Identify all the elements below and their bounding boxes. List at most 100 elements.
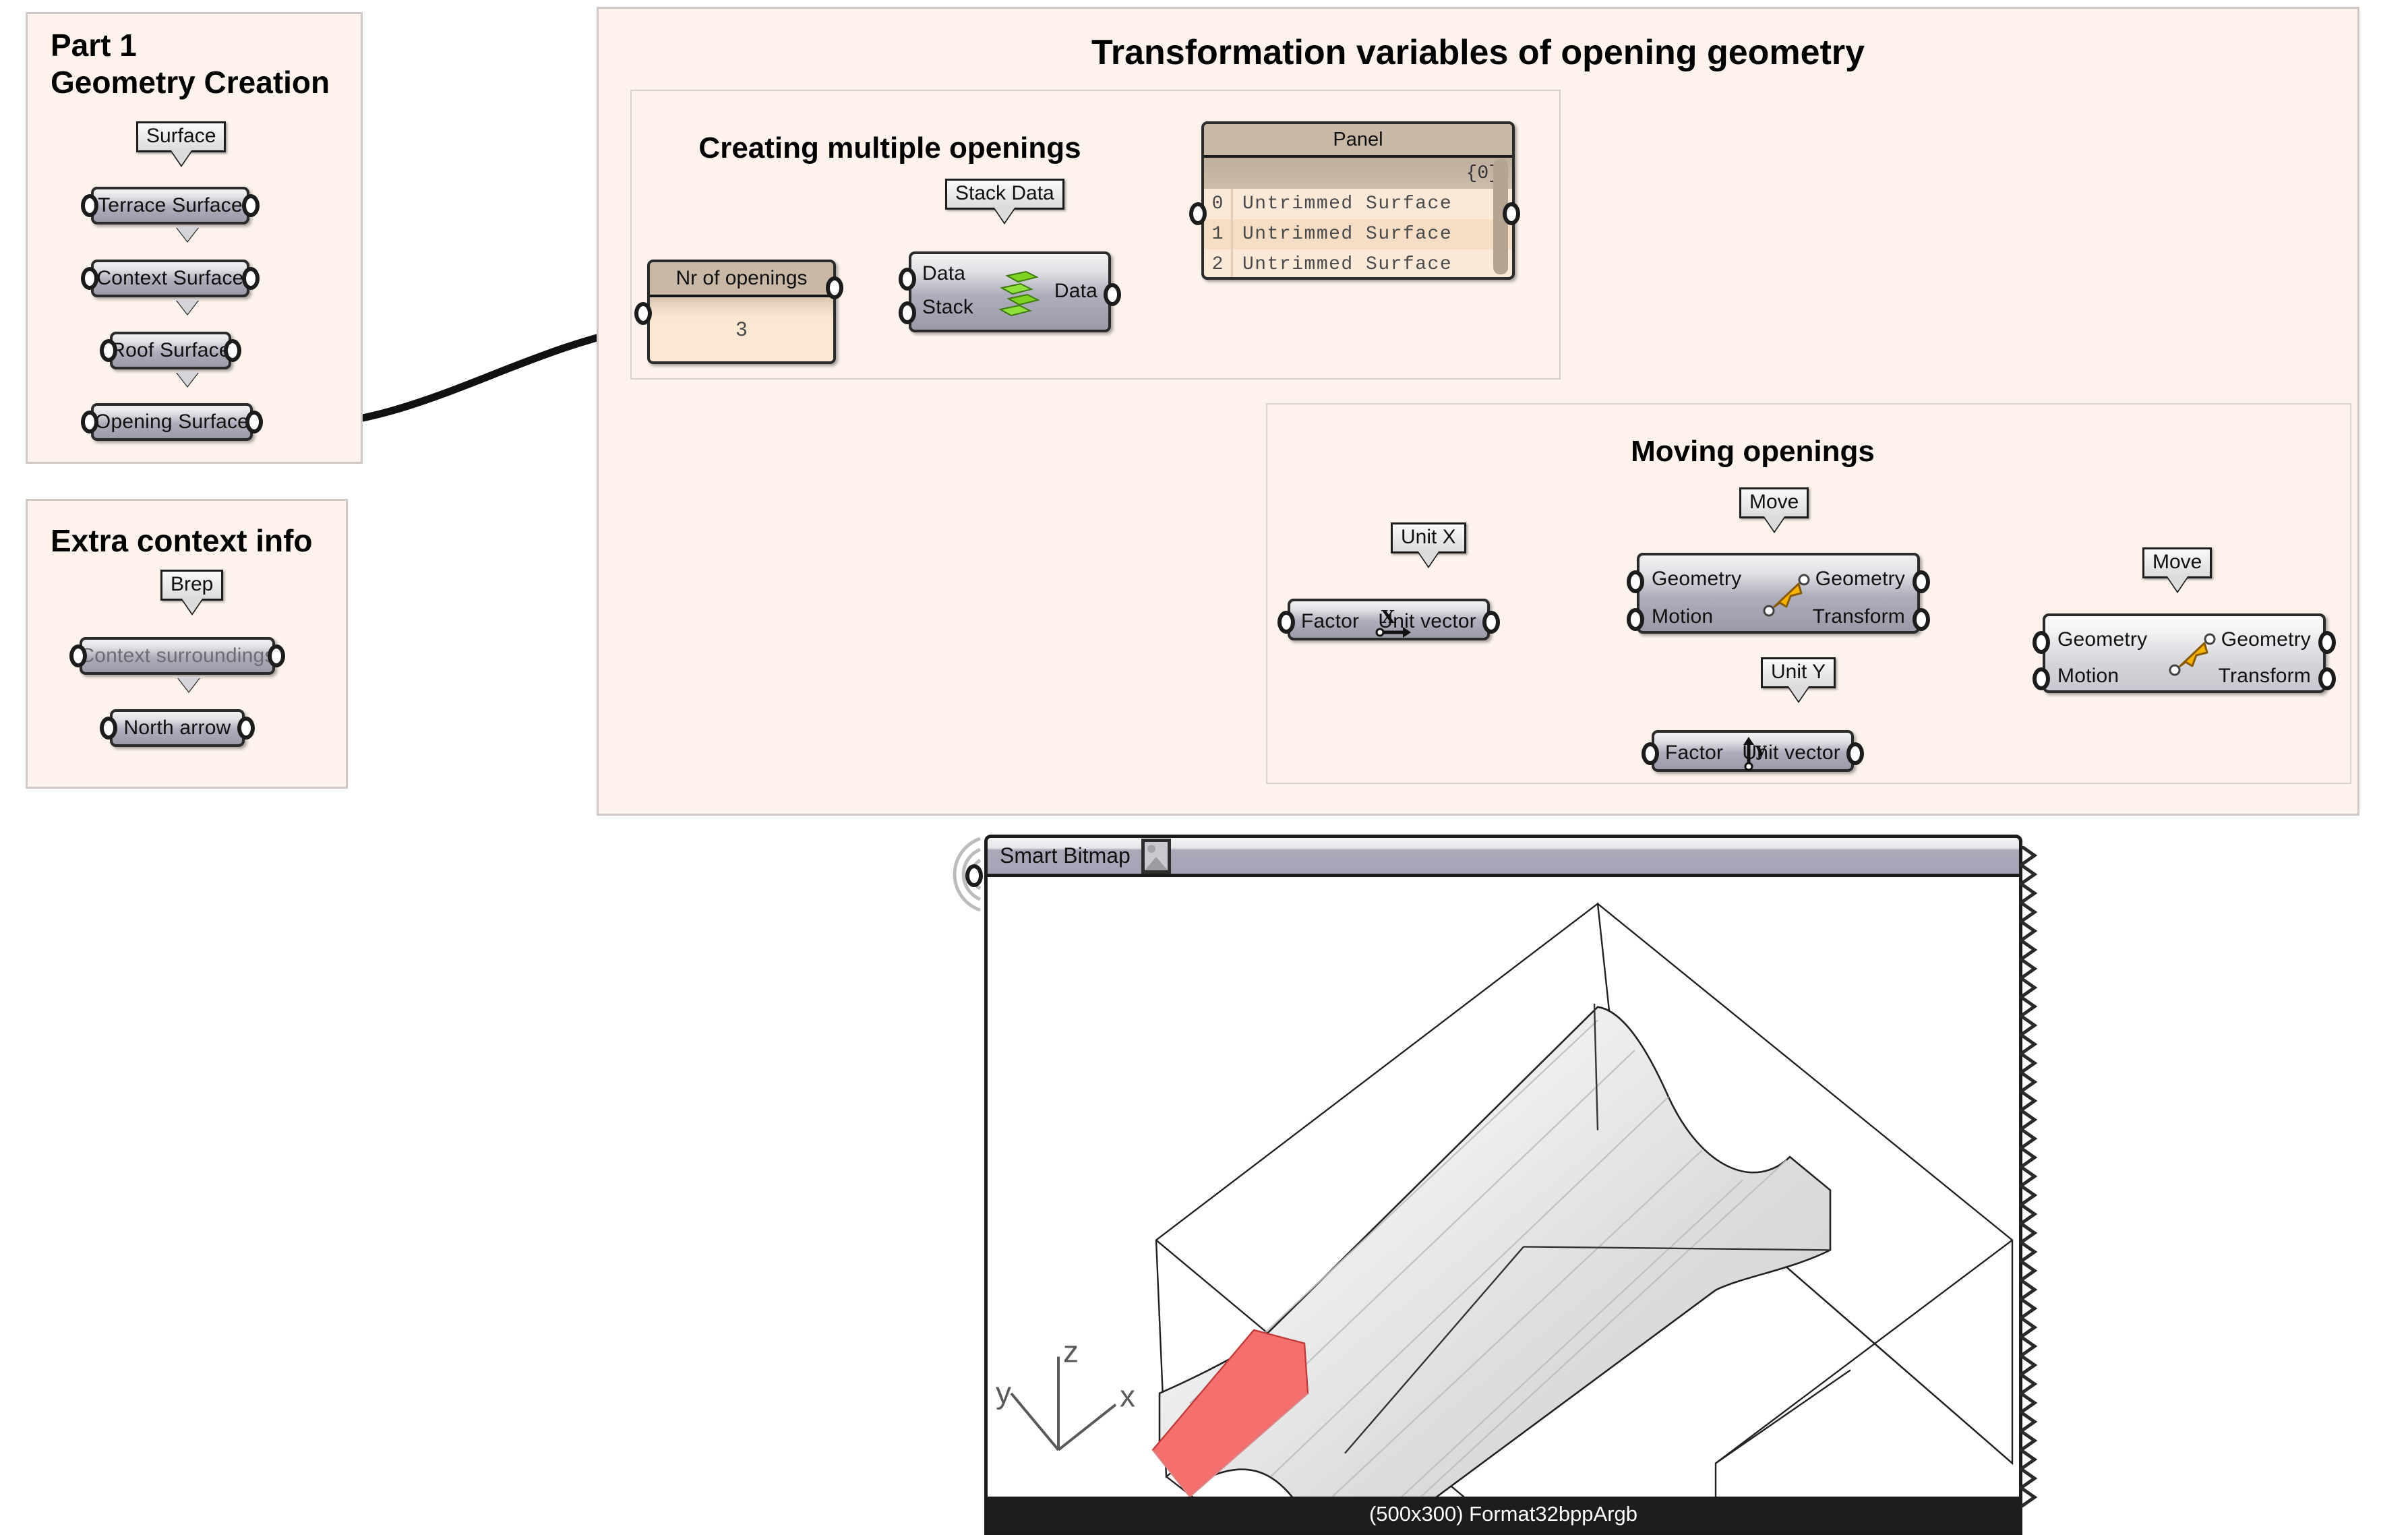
panel-input-port[interactable] xyxy=(1189,202,1207,225)
svg-text:z: z xyxy=(1063,1335,1079,1369)
group-creating-openings-title: Creating multiple openings xyxy=(698,131,1081,164)
param-context-surface[interactable]: Context Surface xyxy=(81,260,260,297)
image-icon xyxy=(1141,838,1171,874)
component-smart-bitmap[interactable]: Smart Bitmap y z x (500x300) Format32bpp… xyxy=(984,835,2022,1535)
panel-row-value: Untrimmed Surface xyxy=(1242,224,1453,245)
output-port-geometry[interactable] xyxy=(2318,631,2336,654)
output-port-unit-vector[interactable] xyxy=(1846,742,1864,765)
param-label: Context surroundings xyxy=(80,644,275,667)
input-port[interactable] xyxy=(81,194,98,217)
output-port-transform[interactable] xyxy=(2318,667,2336,690)
output-port-unit-vector[interactable] xyxy=(1482,611,1500,634)
input-port[interactable] xyxy=(100,339,117,362)
param-opening-surface[interactable]: Opening Surface xyxy=(81,403,263,441)
slider-name: Nr of openings xyxy=(650,262,833,297)
param-context-surroundings[interactable]: Context surroundings xyxy=(69,637,285,675)
svg-text:x: x xyxy=(1120,1379,1135,1414)
group-transformation-title: Transformation variables of opening geom… xyxy=(1091,33,1865,72)
extra-brep-balloon: Brep xyxy=(160,570,224,601)
param-roof-surface[interactable]: Roof Surface xyxy=(100,332,241,369)
panel-row-index: 1 xyxy=(1211,224,1224,245)
unit-x-balloon: Unit X xyxy=(1391,522,1466,553)
slider-value[interactable]: 3 xyxy=(650,297,833,361)
move-1-output-geometry-label: Geometry xyxy=(1815,568,1905,590)
unit-x-output-label: Unit vector xyxy=(1378,610,1476,632)
move-1-output-transform-label: Transform xyxy=(1812,605,1905,628)
output-port[interactable] xyxy=(237,717,255,740)
input-port[interactable] xyxy=(81,411,98,433)
group-part1-title-line2: Geometry Creation xyxy=(51,65,330,100)
flow-chevron xyxy=(176,227,199,241)
component-unit-x[interactable]: Factor X Unit vector xyxy=(1277,599,1500,640)
panel-row-index: 2 xyxy=(1211,254,1224,275)
component-stack-data[interactable]: Data Stack Data xyxy=(899,251,1121,332)
panel-output-port[interactable] xyxy=(1503,202,1520,225)
component-move-1[interactable]: Geometry Motion Geometry Transform xyxy=(1627,553,1930,634)
param-label: Context Surface xyxy=(96,267,244,289)
svg-text:y: y xyxy=(996,1376,1011,1410)
flow-chevron xyxy=(176,299,199,314)
bitmap-header: Smart Bitmap xyxy=(988,838,2019,877)
input-port-factor[interactable] xyxy=(1642,742,1659,765)
group-moving-openings-title: Moving openings xyxy=(1631,435,1875,468)
slider-input-port[interactable] xyxy=(634,302,652,325)
param-label: Roof Surface xyxy=(111,339,231,361)
move-arrow-icon xyxy=(1759,569,1813,623)
output-port-data[interactable] xyxy=(1104,283,1121,306)
stack-input-data-label: Data xyxy=(922,262,966,284)
viewport-3d-scene: y z x xyxy=(996,902,2014,1532)
output-port[interactable] xyxy=(245,411,263,433)
panel-row-index: 0 xyxy=(1211,193,1224,214)
axis-gizmo xyxy=(1010,1356,1117,1451)
bitmap-resize-handle[interactable] xyxy=(2020,846,2037,1513)
param-label: Opening Surface xyxy=(94,411,249,433)
panel-title: Panel xyxy=(1204,124,1512,158)
param-north-arrow[interactable]: North arrow xyxy=(100,709,255,747)
stack-output-data-label: Data xyxy=(1054,280,1097,302)
bitmap-input-port[interactable] xyxy=(965,864,983,887)
input-port-motion[interactable] xyxy=(1627,608,1644,631)
move-1-input-geometry-label: Geometry xyxy=(1652,568,1742,590)
param-terrace-surface[interactable]: Terrace Surface xyxy=(81,187,260,224)
move-2-balloon: Move xyxy=(2142,547,2213,578)
move-2-input-geometry-label: Geometry xyxy=(2057,628,2148,651)
component-panel[interactable]: Panel {0} 0 Untrimmed Surface 1 Untrimme… xyxy=(1201,121,1515,280)
output-port-transform[interactable] xyxy=(1913,608,1930,631)
input-port-motion[interactable] xyxy=(2033,667,2050,690)
output-port[interactable] xyxy=(224,339,241,362)
panel-row: 2 Untrimmed Surface xyxy=(1204,249,1512,277)
stack-input-stack-label: Stack xyxy=(922,296,974,318)
bitmap-status-bar: (500x300) Format32bppArgb xyxy=(988,1497,2019,1532)
output-port[interactable] xyxy=(242,194,260,217)
bitmap-title: Smart Bitmap xyxy=(1000,843,1131,868)
output-port[interactable] xyxy=(268,644,285,667)
flow-chevron xyxy=(176,371,199,386)
input-port-geometry[interactable] xyxy=(2033,631,2050,654)
param-label: North arrow xyxy=(123,717,231,739)
panel-row-value: Untrimmed Surface xyxy=(1242,193,1453,214)
part1-surface-balloon: Surface xyxy=(136,121,227,152)
unit-y-balloon: Unit Y xyxy=(1761,657,1836,688)
number-slider-nr-of-openings[interactable]: Nr of openings 3 xyxy=(647,260,836,364)
input-port[interactable] xyxy=(81,267,98,290)
bitmap-viewport[interactable]: y z x xyxy=(988,877,2019,1532)
flow-chevron xyxy=(177,677,200,692)
stack-data-icon xyxy=(996,269,1041,319)
group-part1-title-line1: Part 1 xyxy=(51,28,137,63)
output-port-geometry[interactable] xyxy=(1913,570,1930,593)
output-port[interactable] xyxy=(242,267,260,290)
move-2-output-geometry-label: Geometry xyxy=(2221,628,2311,651)
panel-data-path: {0} xyxy=(1204,158,1512,189)
panel-row: 0 Untrimmed Surface xyxy=(1204,189,1512,219)
input-port-stack[interactable] xyxy=(899,301,916,324)
input-port[interactable] xyxy=(100,717,117,740)
input-port[interactable] xyxy=(69,644,87,667)
slider-output-port[interactable] xyxy=(826,276,843,299)
input-port-data[interactable] xyxy=(899,268,916,291)
component-move-2[interactable]: Geometry Motion Geometry Transform xyxy=(2033,613,2336,693)
input-port-geometry[interactable] xyxy=(1627,570,1644,593)
component-unit-y[interactable]: Factor y Unit vector xyxy=(1642,730,1864,772)
move-1-input-motion-label: Motion xyxy=(1652,605,1714,628)
stack-data-balloon: Stack Data xyxy=(945,179,1064,210)
input-port-factor[interactable] xyxy=(1277,611,1295,634)
